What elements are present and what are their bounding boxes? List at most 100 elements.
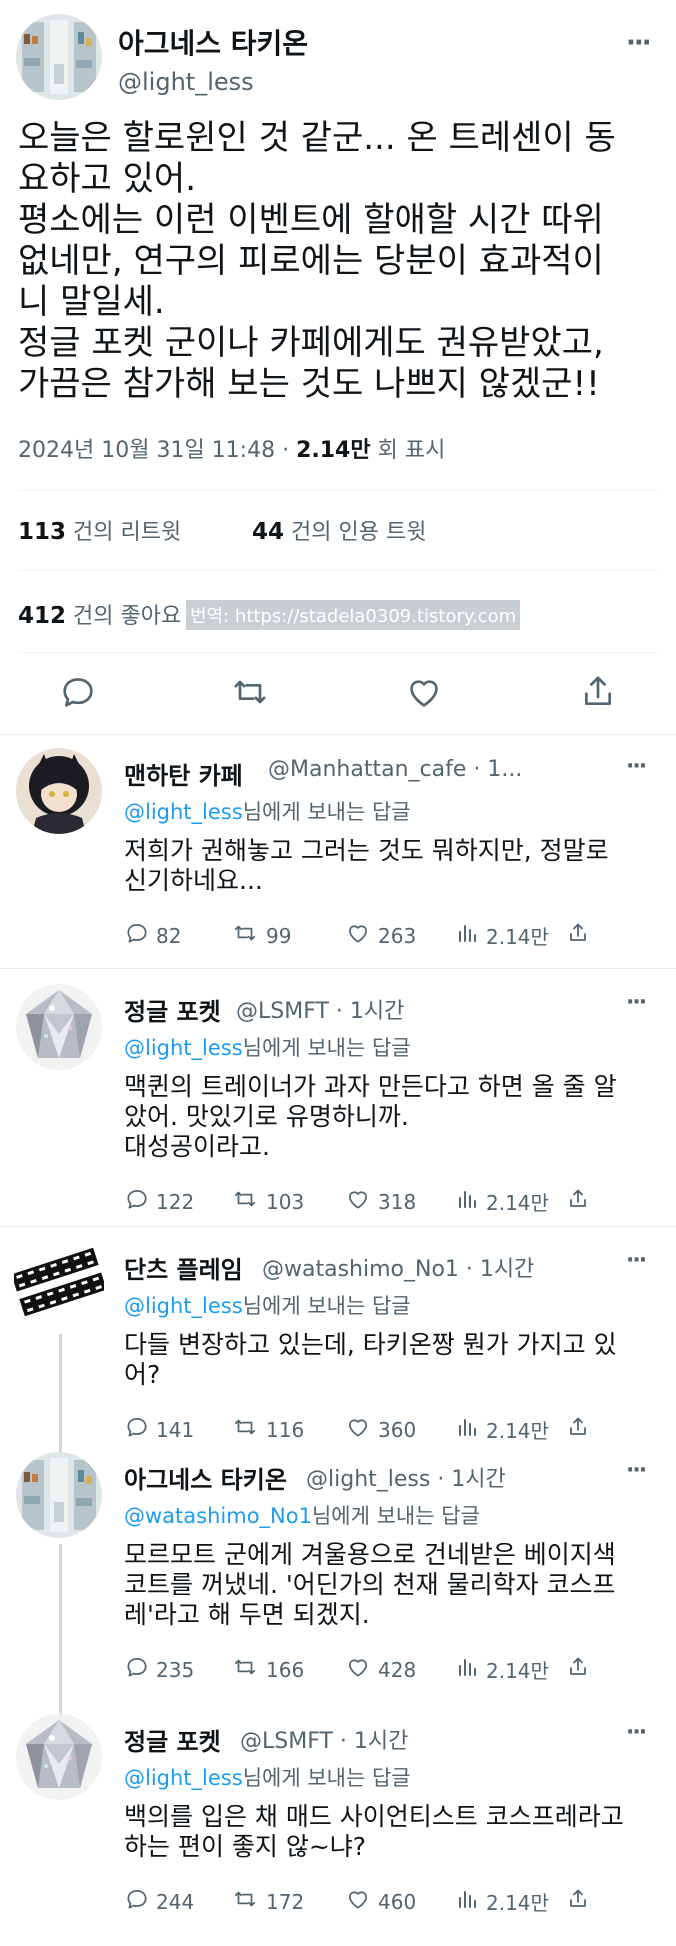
reply-count: 122 [156,1189,195,1214]
more-icon[interactable]: ··· [626,990,647,1015]
share-action[interactable] [566,1186,590,1217]
reply-icon [124,1886,150,1917]
meta-separator: · [282,438,290,463]
share-icon[interactable] [578,672,618,712]
retweet-stat[interactable]: 113 건의 리트윗 [18,514,181,546]
divider [18,652,658,653]
views-icon [456,1886,480,1917]
like-stat[interactable]: 412 건의 좋아요 [18,598,181,630]
reply-count: 82 [156,923,182,948]
display-name[interactable]: 정글 포켓 [124,1722,221,1757]
display-name[interactable]: 단츠 플레임 [124,1250,243,1285]
user-handle[interactable]: @Manhattan_cafe · 1... [268,757,522,782]
like-icon[interactable] [404,672,444,712]
more-icon[interactable]: ··· [626,754,647,779]
tweet-text-line: 요하고 있어. [18,159,197,199]
reply-text-line: 신기하네요... [124,866,263,895]
display-name[interactable]: 정글 포켓 [124,992,221,1027]
display-name[interactable]: 아그네스 타키온 [118,22,308,62]
mention-link[interactable]: @light_less [124,1036,243,1060]
reply-text-line: 레'라고 해 두면 되겠지. [124,1600,370,1629]
mention-link[interactable]: @light_less [124,1766,243,1790]
like-action[interactable]: 428 [344,1654,416,1685]
share-action[interactable] [566,1414,590,1445]
mention-link[interactable]: @light_less [124,800,243,824]
retweet-count: 116 [266,1417,305,1442]
reply-to-line: @light_less님에게 보내는 답글 [124,1032,411,1062]
views-action[interactable]: 2.14만 [456,920,549,951]
avatar[interactable] [16,984,102,1070]
more-icon[interactable]: ··· [626,28,652,58]
more-icon[interactable]: ··· [626,1458,647,1483]
timestamp[interactable]: 2024년 10월 31일 11:48 [18,438,275,463]
retweet-count: 166 [266,1657,305,1682]
reply-icon[interactable] [58,672,98,712]
quote-stat[interactable]: 44 건의 인용 트윗 [252,514,426,546]
views-count: 2.14만 [486,1659,549,1683]
avatar[interactable] [16,748,102,834]
mention-link[interactable]: @watashimo_No1 [124,1504,312,1528]
divider [18,490,658,491]
avatar[interactable] [16,1714,102,1800]
like-action[interactable]: 263 [344,920,416,951]
retweet-icon [230,1654,260,1685]
thread-connector [59,1544,62,1726]
reply-text: 모르모트 군에게 겨울용으로 건네받은 베이지색 코트를 꺼냈네. '어딘가의 천… [124,1540,664,1630]
user-handle[interactable]: @LSMFT · 1시간 [236,993,404,1025]
more-icon[interactable]: ··· [626,1720,647,1745]
views-icon [456,920,480,951]
reply-action[interactable]: 82 [124,920,181,951]
views-action[interactable]: 2.14만 [456,1654,549,1685]
user-handle[interactable]: @light_less · 1시간 [306,1461,506,1493]
reply-action[interactable]: 122 [124,1186,194,1217]
reply-action[interactable]: 244 [124,1886,194,1917]
like-count: 360 [378,1417,417,1442]
views-action[interactable]: 2.14만 [456,1186,549,1217]
avatar[interactable] [16,14,102,100]
share-action[interactable] [566,1654,590,1685]
retweet-icon[interactable] [230,672,270,712]
share-icon [566,1186,590,1217]
user-handle[interactable]: @LSMFT · 1시간 [240,1723,408,1755]
reply-text: 백의를 입은 채 매드 사이언티스트 코스프레라고 하는 편이 좋지 않~냐? [124,1802,664,1862]
reply-action[interactable]: 235 [124,1654,194,1685]
tweet-text-line: 오늘은 할로윈인 것 같군... 온 트레센이 동 [18,118,616,158]
like-action[interactable]: 318 [344,1186,416,1217]
user-handle[interactable]: @watashimo_No1 · 1시간 [262,1251,534,1283]
like-label: 건의 좋아요 [73,604,182,629]
like-icon [344,1186,372,1217]
reply-to-suffix: 님에게 보내는 답글 [242,800,411,824]
views-action[interactable]: 2.14만 [456,1414,549,1445]
like-count: 318 [378,1189,417,1214]
reply-action[interactable]: 141 [124,1414,194,1445]
user-handle[interactable]: @light_less [118,68,254,96]
retweet-icon [230,1886,260,1917]
avatar[interactable] [16,1452,102,1538]
retweet-action[interactable]: 172 [230,1886,304,1917]
avatar[interactable] [14,1242,104,1322]
tweet-text-line: 가끔은 참가해 보는 것도 나쁘지 않겠군!! [18,364,600,404]
like-action[interactable]: 460 [344,1886,416,1917]
tweet-text-line: 평소에는 이런 이벤트에 할애할 시간 따위 [18,200,604,240]
retweet-action[interactable]: 103 [230,1186,304,1217]
retweet-action[interactable]: 166 [230,1654,304,1685]
share-action[interactable] [566,920,590,951]
share-icon [566,920,590,951]
retweet-action[interactable]: 116 [230,1414,304,1445]
like-action[interactable]: 360 [344,1414,416,1445]
tweet-text: 오늘은 할로윈인 것 같군... 온 트레센이 동 요하고 있어. 평소에는 이… [18,118,658,405]
display-name[interactable]: 아그네스 타키온 [124,1460,287,1495]
retweet-action[interactable]: 99 [230,920,291,951]
like-count: 263 [378,923,417,948]
retweet-count: 103 [266,1189,305,1214]
reply-icon [124,920,150,951]
display-name[interactable]: 맨하탄 카페 [124,756,243,791]
more-icon[interactable]: ··· [626,1248,647,1273]
reply-text-line: 코트를 꺼냈네. '어딘가의 천재 물리학자 코스프 [124,1570,616,1599]
views-action[interactable]: 2.14만 [456,1886,549,1917]
mention-link[interactable]: @light_less [124,1294,243,1318]
view-count: 2.14만 [296,438,371,463]
reply-text-line: 하는 편이 좋지 않~냐? [124,1832,367,1861]
share-action[interactable] [566,1886,590,1917]
reply-to-line: @light_less님에게 보내는 답글 [124,796,411,826]
